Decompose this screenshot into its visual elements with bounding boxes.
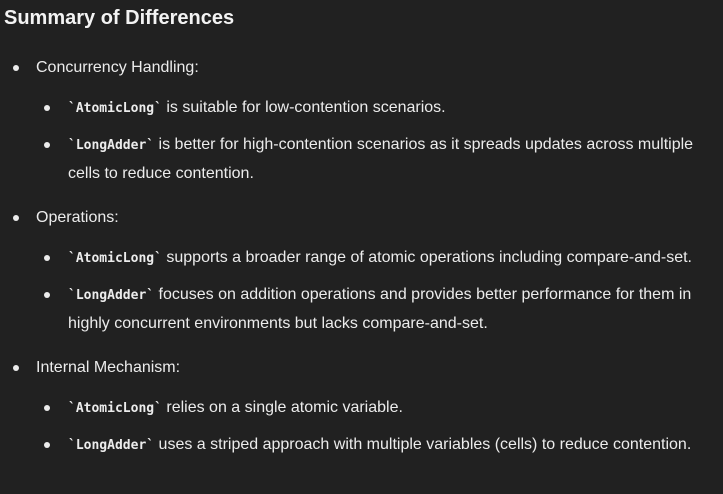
inline-code: `AtomicLong` xyxy=(68,101,162,116)
inline-code: `AtomicLong` xyxy=(68,401,162,416)
sub-list: `AtomicLong` is suitable for low-content… xyxy=(36,94,723,188)
sub-item-atomiclong: `AtomicLong` is suitable for low-content… xyxy=(36,94,723,123)
bullet-icon xyxy=(44,255,50,261)
inline-code: `AtomicLong` xyxy=(68,251,162,266)
differences-list: Concurrency Handling: `AtomicLong` is su… xyxy=(0,54,723,476)
inline-code: `LongAdder` xyxy=(68,438,155,453)
inline-code: `LongAdder` xyxy=(68,138,155,153)
bullet-icon xyxy=(13,365,19,371)
bullet-icon xyxy=(44,105,50,111)
sub-item-longadder: `LongAdder` focuses on addition operatio… xyxy=(36,281,723,338)
bullet-icon xyxy=(44,142,50,148)
sub-list: `AtomicLong` relies on a single atomic v… xyxy=(36,394,723,460)
item-title: Operations: xyxy=(36,209,119,226)
list-item-concurrency-handling: Concurrency Handling: `AtomicLong` is su… xyxy=(0,54,723,188)
item-colon: : xyxy=(175,359,181,376)
sub-list: `AtomicLong` supports a broader range of… xyxy=(36,244,723,338)
list-item-internal-mechanism: Internal Mechanism: `AtomicLong` relies … xyxy=(0,354,723,460)
sub-item-longadder: `LongAdder` is better for high-contentio… xyxy=(36,131,723,188)
list-item-operations: Operations: `AtomicLong` supports a broa… xyxy=(0,204,723,338)
bullet-icon xyxy=(44,405,50,411)
sub-item-longadder: `LongAdder` uses a striped approach with… xyxy=(36,431,723,460)
sub-item-text: focuses on addition operations and provi… xyxy=(68,286,692,332)
inline-code: `LongAdder` xyxy=(68,288,155,303)
sub-item-text: is suitable for low-contention scenarios… xyxy=(161,99,446,116)
item-term: Internal Mechanism xyxy=(36,359,176,376)
bullet-icon xyxy=(13,215,19,221)
bullet-icon xyxy=(44,442,50,448)
sub-item-text: is better for high-contention scenarios … xyxy=(68,136,694,182)
item-colon: : xyxy=(194,59,199,76)
item-term: Operations xyxy=(36,209,115,226)
sub-item-text: relies on a single atomic variable. xyxy=(161,399,403,416)
bullet-icon xyxy=(44,292,50,298)
sub-item-text: uses a striped approach with multiple va… xyxy=(154,436,692,453)
item-term: Concurrency Handling xyxy=(36,59,195,76)
sub-item-atomiclong: `AtomicLong` supports a broader range of… xyxy=(36,244,723,273)
section-heading: Summary of Differences xyxy=(4,7,235,29)
item-title: Internal Mechanism: xyxy=(36,359,180,376)
item-title: Concurrency Handling: xyxy=(36,59,199,76)
bullet-icon xyxy=(13,65,19,71)
sub-item-atomiclong: `AtomicLong` relies on a single atomic v… xyxy=(36,394,723,423)
item-colon: : xyxy=(114,209,119,226)
sub-item-text: supports a broader range of atomic opera… xyxy=(161,249,692,266)
